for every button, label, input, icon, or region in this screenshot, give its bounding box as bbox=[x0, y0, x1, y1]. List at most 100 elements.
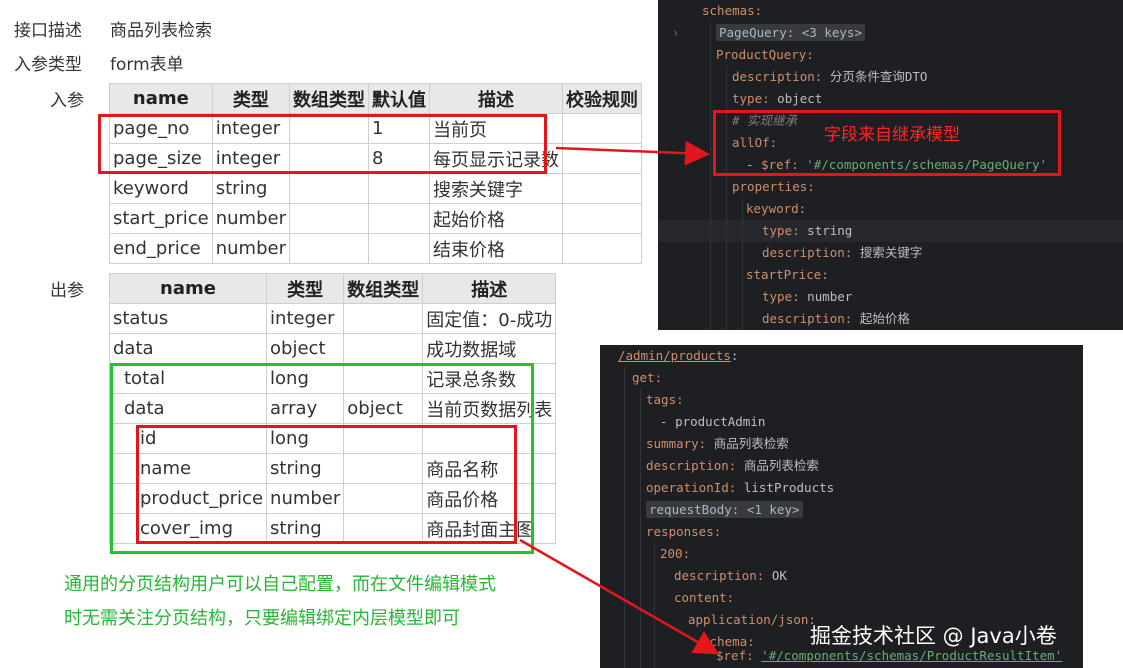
col-header-validation: 校验规则 bbox=[562, 83, 642, 114]
col-header-desc: 描述 bbox=[429, 83, 563, 114]
col-header-default: 默认值 bbox=[368, 83, 430, 114]
cell-name: page_size bbox=[109, 143, 213, 174]
cell-name: product_price bbox=[108, 483, 268, 514]
cell-desc: 结束价格 bbox=[429, 233, 563, 264]
cell-desc: 搜索关键字 bbox=[429, 173, 563, 204]
folded-node[interactable]: requestBody: <1 key> bbox=[646, 501, 803, 518]
yaml-path-key[interactable]: /admin/products bbox=[618, 348, 731, 363]
code-line: allOf: bbox=[732, 132, 777, 154]
indent-guide bbox=[640, 389, 641, 668]
cell-name: keyword bbox=[109, 173, 213, 204]
cell-array-type bbox=[289, 203, 369, 234]
code-line: ProductQuery: bbox=[716, 44, 814, 66]
cell-validation bbox=[562, 113, 642, 144]
col-header-array-type: 数组类型 bbox=[289, 83, 369, 114]
code-line: type: number bbox=[762, 286, 852, 308]
yaml-value: productAdmin bbox=[675, 414, 766, 429]
indent-guide bbox=[710, 22, 711, 330]
code-line: tags: bbox=[646, 389, 684, 411]
schema-code-panel[interactable]: › schemas: PageQuery: <3 keys> ProductQu… bbox=[658, 0, 1123, 330]
yaml-key: description: bbox=[762, 245, 853, 260]
cell-type: number bbox=[211, 233, 291, 264]
yaml-key: get: bbox=[632, 370, 663, 385]
cell-desc: 记录总条数 bbox=[422, 363, 557, 394]
table-row: start_price number 起始价格 bbox=[109, 203, 642, 234]
yaml-key: description: bbox=[674, 568, 765, 583]
col-header-name: name bbox=[109, 83, 213, 114]
yaml-value: 起始价格 bbox=[859, 311, 910, 326]
code-line: startPrice: bbox=[746, 264, 829, 286]
yaml-dash: - bbox=[660, 414, 676, 429]
cell-name: cover_img bbox=[108, 513, 268, 544]
code-line[interactable]: PageQuery: <3 keys> bbox=[716, 22, 865, 44]
cell-desc: 起始价格 bbox=[429, 203, 563, 234]
cell-type: array bbox=[266, 393, 345, 424]
code-line: description: 搜索关键字 bbox=[762, 242, 922, 264]
code-line: operationId: listProducts bbox=[646, 477, 834, 499]
interface-desc-value: 商品列表检索 bbox=[110, 21, 212, 41]
code-line: /admin/products: bbox=[618, 345, 738, 367]
cell-array-type bbox=[343, 483, 424, 514]
table-row: data array object 当前页数据列表 bbox=[108, 393, 557, 424]
cell-array-type bbox=[343, 453, 424, 484]
cell-default bbox=[368, 233, 430, 264]
cell-default: 8 bbox=[368, 143, 430, 174]
code-line: keyword: bbox=[746, 198, 806, 220]
input-params-label: 入参 bbox=[50, 91, 84, 111]
yaml-key: application/json: bbox=[688, 612, 816, 627]
yaml-key: allOf: bbox=[732, 135, 778, 150]
table-row: end_price number 结束价格 bbox=[109, 233, 642, 264]
table-row: page_size integer 8 每页显示记录数 bbox=[109, 143, 642, 174]
code-line: get: bbox=[632, 367, 662, 389]
yaml-key: operationId: bbox=[646, 480, 737, 495]
cell-desc: 商品价格 bbox=[422, 483, 557, 514]
table-row: status integer 固定值：0-成功 bbox=[108, 303, 557, 334]
cell-type: string bbox=[211, 173, 291, 204]
folded-node[interactable]: PageQuery: <3 keys> bbox=[716, 24, 865, 41]
table-row: id long bbox=[108, 423, 557, 454]
code-line: application/json: bbox=[688, 609, 816, 631]
code-line: description: 起始价格 bbox=[762, 308, 910, 330]
cell-validation bbox=[562, 143, 642, 174]
cell-name: end_price bbox=[109, 233, 213, 264]
yaml-key: schemas: bbox=[702, 3, 763, 18]
table-header-row: name 类型 数组类型 默认值 描述 校验规则 bbox=[109, 83, 642, 114]
yaml-comment: # 实现继承 bbox=[732, 113, 798, 128]
cell-name: id bbox=[108, 423, 268, 454]
yaml-value: 商品列表检索 bbox=[713, 436, 789, 451]
yaml-key: ProductQuery: bbox=[716, 47, 814, 62]
cell-array-type bbox=[343, 423, 424, 454]
note-line-1: 通用的分页结构用户可以自己配置，而在文件编辑模式 bbox=[64, 574, 496, 595]
input-params-table: name 类型 数组类型 默认值 描述 校验规则 page_no integer… bbox=[109, 83, 642, 264]
inheritance-annotation: 字段来自继承模型 bbox=[824, 125, 960, 144]
yaml-key: type: bbox=[732, 91, 770, 106]
output-params-label: 出参 bbox=[50, 281, 84, 301]
note-line-2: 时无需关注分页结构，只要编辑绑定内层模型即可 bbox=[64, 608, 460, 629]
cell-desc bbox=[422, 423, 557, 454]
table-row: keyword string 搜索关键字 bbox=[109, 173, 642, 204]
cell-validation bbox=[562, 203, 642, 234]
cell-name: data bbox=[108, 333, 268, 364]
table-row: name string 商品名称 bbox=[108, 453, 557, 484]
yaml-key: description: bbox=[732, 69, 823, 84]
cell-type: long bbox=[266, 363, 345, 394]
yaml-key: tags: bbox=[646, 392, 684, 407]
cell-type: string bbox=[266, 453, 345, 484]
yaml-string[interactable]: '#/components/schemas/ProductResultItem' bbox=[761, 648, 1062, 663]
cell-validation bbox=[562, 233, 642, 264]
code-line[interactable]: requestBody: <1 key> bbox=[646, 499, 803, 521]
fold-arrow-icon[interactable]: › bbox=[672, 26, 679, 40]
yaml-colon: : bbox=[730, 348, 739, 363]
yaml-value: 搜索关键字 bbox=[859, 245, 923, 260]
cell-array-type bbox=[289, 173, 369, 204]
yaml-key: type: bbox=[762, 223, 800, 238]
yaml-key: $ref: bbox=[761, 157, 799, 172]
col-header-array-type: 数组类型 bbox=[343, 273, 424, 304]
yaml-string: '#/components/schemas/PageQuery' bbox=[806, 157, 1048, 172]
yaml-value: string bbox=[807, 223, 853, 238]
yaml-key: type: bbox=[762, 289, 800, 304]
cell-default bbox=[368, 203, 430, 234]
table-header-row: name 类型 数组类型 描述 bbox=[108, 273, 557, 304]
yaml-key: responses: bbox=[646, 524, 722, 539]
yaml-key: $ref: bbox=[716, 648, 754, 663]
